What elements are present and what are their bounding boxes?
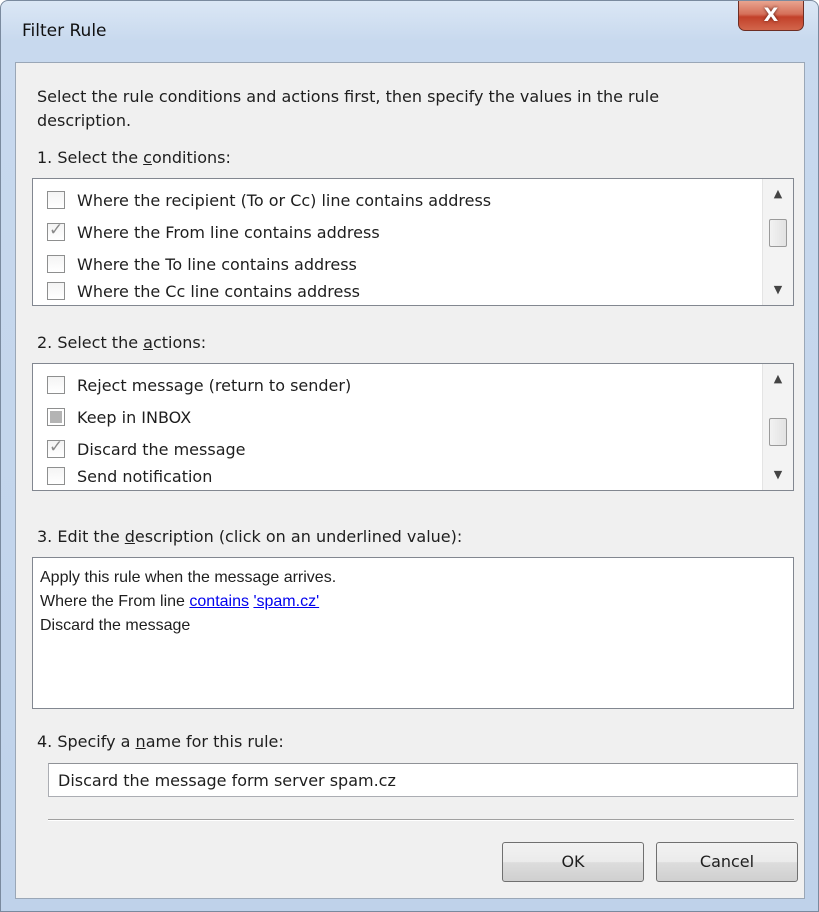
checkbox[interactable] [47,255,65,273]
scroll-up-icon[interactable]: ▲ [763,366,793,392]
close-icon: X [763,4,779,26]
separator [48,819,794,821]
intro-text: Select the rule conditions and actions f… [37,87,660,130]
list-item[interactable]: Where the recipient (To or Cc) line cont… [47,184,491,216]
contains-link[interactable]: contains [189,593,249,610]
checkbox[interactable] [47,437,65,458]
conditions-label: 1. Select the conditions: [37,148,231,167]
description-line: Apply this rule when the message arrives… [40,569,337,586]
list-item[interactable]: Where the Cc line contains address [47,280,360,302]
list-item-label: Discard the message [77,439,246,459]
checkbox[interactable] [47,408,65,426]
actions-scrollbar[interactable]: ▲ ▼ [762,364,793,490]
title-bar[interactable]: Filter Rule X [1,1,818,61]
list-item-label: Where the To line contains address [77,254,357,274]
checkbox[interactable] [47,220,65,241]
scroll-down-icon[interactable]: ▼ [763,462,793,488]
list-item-label: Keep in INBOX [77,407,192,427]
cancel-button[interactable]: Cancel [656,842,798,882]
list-item-label: Where the Cc line contains address [77,281,360,301]
scroll-thumb[interactable] [769,418,787,446]
scroll-thumb[interactable] [769,219,787,247]
checkbox[interactable] [47,282,65,300]
filter-rule-dialog: Filter Rule X Select the rule conditions… [0,0,819,912]
list-item[interactable]: Reject message (return to sender) [47,369,351,401]
scroll-down-icon[interactable]: ▼ [763,277,793,303]
checkbox[interactable] [47,191,65,209]
list-item[interactable]: Where the To line contains address [47,248,357,280]
rule-name-input[interactable] [48,763,798,797]
description-label: 3. Edit the description (click on an und… [37,527,463,546]
list-item[interactable]: Where the From line contains address [47,216,380,248]
actions-label: 2. Select the actions: [37,333,207,352]
description-text: Where the From line [40,593,190,610]
description-line: Where the From line contains 'spam.cz' [40,590,786,614]
checkbox[interactable] [47,376,65,394]
list-item[interactable]: Keep in INBOX [47,401,191,433]
list-item-label: Send notification [77,466,213,486]
dialog-content: Select the rule conditions and actions f… [15,62,805,899]
list-item-label: Where the recipient (To or Cc) line cont… [77,190,492,210]
conditions-scrollbar[interactable]: ▲ ▼ [762,179,793,305]
rule-name-label: 4. Specify a name for this rule: [37,732,284,751]
list-item-label: Where the From line contains address [77,222,380,242]
scroll-up-icon[interactable]: ▲ [763,181,793,207]
checkbox[interactable] [47,467,65,485]
conditions-list[interactable]: Where the recipient (To or Cc) line cont… [32,178,794,306]
list-item[interactable]: Discard the message [47,433,246,465]
list-item[interactable]: Send notification [47,465,212,487]
description-line: Discard the message [40,617,191,634]
ok-button[interactable]: OK [502,842,644,882]
actions-list[interactable]: Reject message (return to sender) Keep i… [32,363,794,491]
value-link[interactable]: 'spam.cz' [253,593,319,610]
close-button[interactable]: X [738,1,804,31]
window-title: Filter Rule [22,21,107,41]
list-item-label: Reject message (return to sender) [77,375,352,395]
rule-description-box[interactable]: Apply this rule when the message arrives… [32,557,794,709]
